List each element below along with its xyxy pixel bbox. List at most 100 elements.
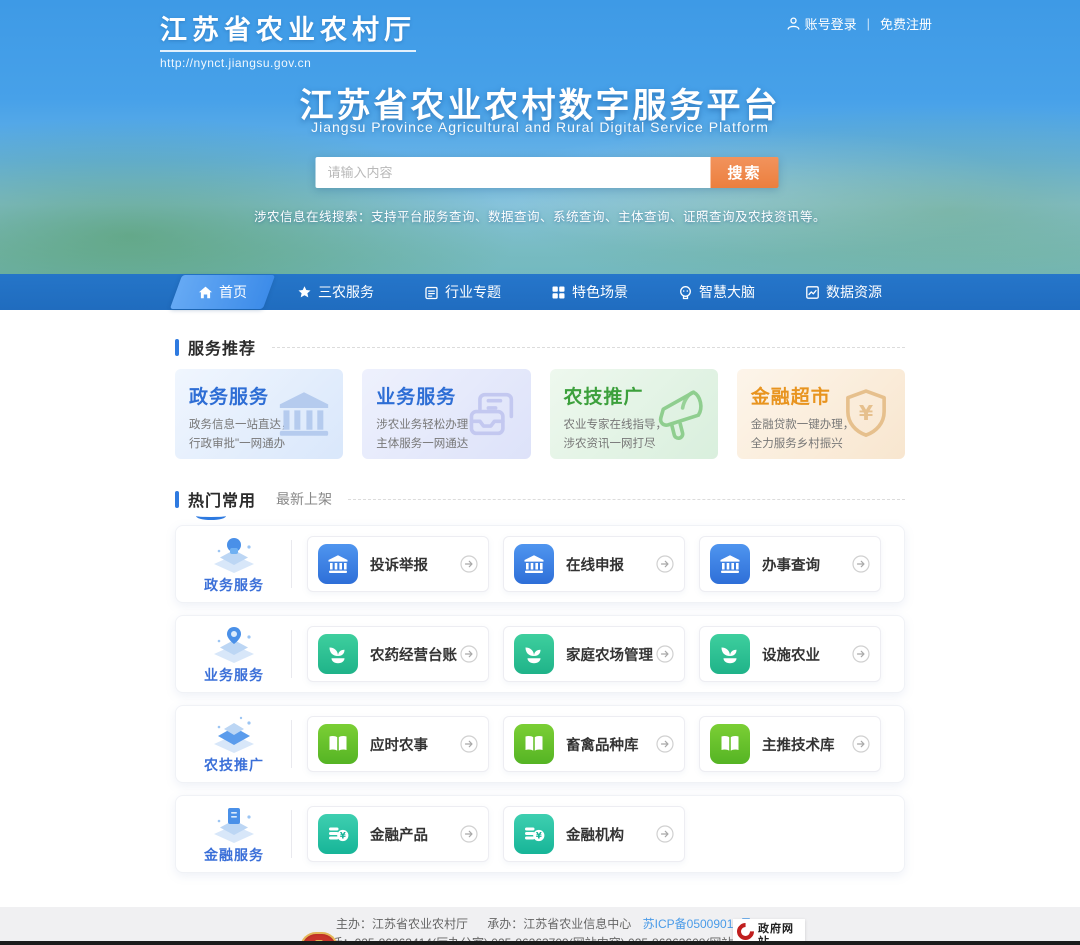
nav-item-home[interactable]: 首页 [180,274,265,310]
links-divider: | [867,16,870,31]
recommend-section-header: 服务推荐 [175,337,905,357]
item-financial-products[interactable]: ¥ 金融产品 [307,806,489,862]
search-button[interactable]: 搜索 [711,157,779,188]
item-affairs-inquiry[interactable]: 办事查询 [699,536,881,592]
nav-item-scenes[interactable]: 特色场景 [533,274,646,310]
item-financial-institutions[interactable]: ¥ 金融机构 [503,806,685,862]
bottom-edge-strip [0,941,1080,945]
item-livestock-breeds[interactable]: 畜禽品种库 [503,716,685,772]
tab-hot-label: 热门常用 [188,493,256,510]
category-label: 金融服务 [204,845,264,865]
footer: 主办：江苏省农业农村厅 承办：江苏省农业信息中心 苏ICP备05009012号 … [0,907,1080,945]
arrow-icon [852,555,870,573]
category-3d-icon [211,803,257,843]
dashed-divider [348,499,905,500]
arrow-icon [656,645,674,663]
arrow-icon [852,645,870,663]
card-finance-supermarket[interactable]: 金融超市 金融贷款一键办理， 全力服务乡村振兴 ¥ [737,369,905,459]
search-bar: 搜索 [316,157,779,188]
coins-icon: ¥ [514,814,554,854]
item-label: 设施农业 [762,644,852,665]
nav-item-data[interactable]: 数据资源 [787,274,900,310]
vertical-divider [291,810,292,858]
svg-text:¥: ¥ [859,401,874,425]
search-input[interactable] [316,157,711,188]
arrow-icon [460,825,478,843]
category-3d-icon [211,533,257,573]
sprout-icon [318,634,358,674]
inbox-doc-icon [463,385,521,443]
platform-subtitle: Jiangsu Province Agricultural and Rural … [0,119,1080,135]
card-government-service[interactable]: 政务服务 政务信息一站直达， 行政审批"一网通办 [175,369,343,459]
item-complaint-report[interactable]: 投诉举报 [307,536,489,592]
nav-label: 智慧大脑 [699,282,755,302]
item-label: 主推技术库 [762,734,852,755]
active-tab-underline [196,512,226,520]
nav-label: 特色场景 [572,282,628,302]
shield-yuan-icon: ¥ [837,385,895,443]
login-link[interactable]: 账号登录 [786,14,857,33]
item-label: 应时农事 [370,734,460,755]
nav-item-sannong[interactable]: 三农服务 [279,274,392,310]
item-label: 金融产品 [370,824,460,845]
item-label: 农药经营台账 [370,644,460,665]
tab-hot-common[interactable]: 热门常用 [188,487,256,511]
footer-host: 主办：江苏省农业农村厅 [336,917,468,931]
open-book-icon [514,724,554,764]
recommend-cards: 政务服务 政务信息一站直达， 行政审批"一网通办 业务服务 涉农业务轻松办理， … [175,369,905,459]
row-agritech-promotion: 农技推广 应时农事 畜禽品种库 主推技术库 [175,705,905,783]
category-business[interactable]: 业务服务 [192,623,276,685]
card-business-service[interactable]: 业务服务 涉农业务轻松办理， 主体服务一网通达 [362,369,530,459]
arrow-icon [656,555,674,573]
site-logo[interactable]: 江苏省农业农村厅 http://nynct.jiangsu.gov.cn [160,8,416,70]
row-items: ¥ 金融产品 ¥ 金融机构 [307,806,685,862]
arrow-icon [656,735,674,753]
category-3d-icon [211,713,257,753]
category-agritech[interactable]: 农技推广 [192,713,276,775]
row-business-service: 业务服务 农药经营台账 家庭农场管理 设施农业 [175,615,905,693]
section-bar [175,339,179,356]
search-hint: 涉农信息在线搜索：支持平台服务查询、数据查询、系统查询、主体查询、证照查询及农技… [0,206,1080,225]
item-label: 畜禽品种库 [566,734,656,755]
row-items: 投诉举报 在线申报 办事查询 [307,536,881,592]
item-online-declaration[interactable]: 在线申报 [503,536,685,592]
main-nav: 首页 三农服务 行业专题 特色场景 智慧大脑 数据资源 [0,274,1080,310]
vertical-divider [291,540,292,588]
tab-newly-listed[interactable]: 最新上架 [276,489,332,509]
grid-icon [551,285,566,300]
register-link[interactable]: 免费注册 [880,14,932,33]
megaphone-icon [650,385,708,443]
section-bar [175,491,179,508]
bank-icon [710,544,750,584]
main-content: 服务推荐 政务服务 政务信息一站直达， 行政审批"一网通办 业务服务 涉农业务轻… [175,310,905,873]
nav-item-industry[interactable]: 行业专题 [406,274,519,310]
logo-url: http://nynct.jiangsu.gov.cn [160,56,416,70]
user-icon [786,16,801,31]
item-main-technology[interactable]: 主推技术库 [699,716,881,772]
dashed-divider [272,347,905,348]
register-label: 免费注册 [880,14,932,33]
sprout-icon [514,634,554,674]
vertical-divider [291,630,292,678]
star-icon [297,285,312,300]
data-chart-icon [805,285,820,300]
category-finance[interactable]: 金融服务 [192,803,276,865]
arrow-icon [460,735,478,753]
item-facility-agriculture[interactable]: 设施农业 [699,626,881,682]
item-family-farm[interactable]: 家庭农场管理 [503,626,685,682]
item-label: 在线申报 [566,554,656,575]
nav-item-brain[interactable]: 智慧大脑 [660,274,773,310]
category-government[interactable]: 政务服务 [192,533,276,595]
top-bar: 江苏省农业农村厅 http://nynct.jiangsu.gov.cn 账号登… [160,8,932,70]
sprout-icon [710,634,750,674]
calendar-book-icon [424,285,439,300]
item-seasonal-farming[interactable]: 应时农事 [307,716,489,772]
item-pesticide-ledger[interactable]: 农药经营台账 [307,626,489,682]
arrow-icon [852,735,870,753]
recommend-title: 服务推荐 [188,335,256,359]
row-items: 应时农事 畜禽品种库 主推技术库 [307,716,881,772]
hero-banner: 江苏省农业农村厅 http://nynct.jiangsu.gov.cn 账号登… [0,0,1080,310]
row-government-service: 政务服务 投诉举报 在线申报 办事查询 [175,525,905,603]
logo-title: 江苏省农业农村厅 [160,8,416,52]
card-agritech-promotion[interactable]: 农技推广 农业专家在线指导， 涉农资讯一网打尽 [550,369,718,459]
